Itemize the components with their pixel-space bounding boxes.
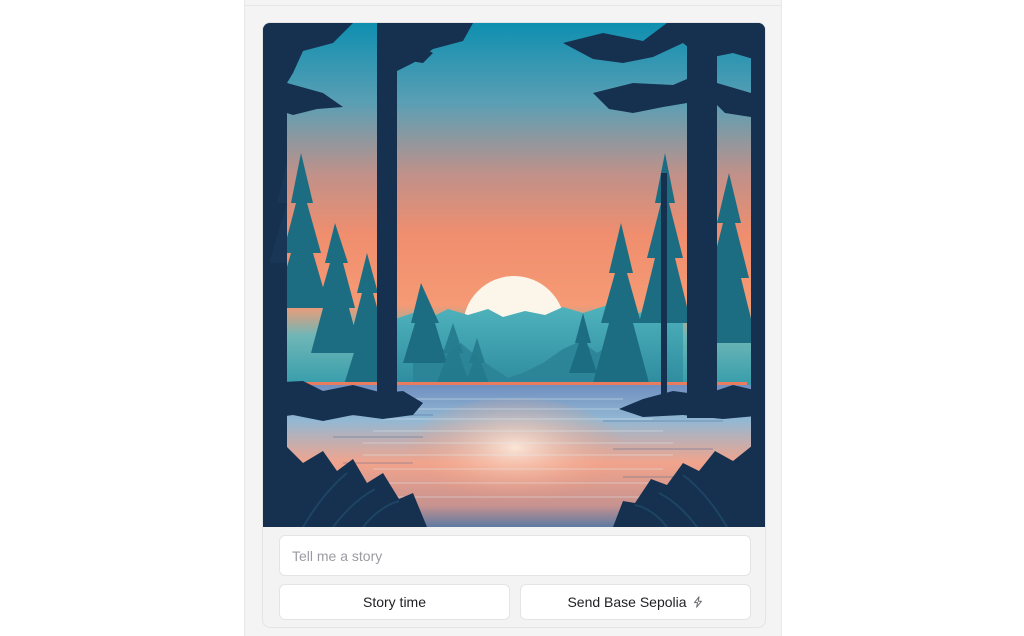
send-base-sepolia-button[interactable]: Send Base Sepolia [520,584,751,620]
page: Story time Send Base Sepolia [0,0,1024,636]
lightning-bolt-icon [692,596,704,608]
story-prompt-input[interactable] [279,535,751,576]
story-time-button[interactable]: Story time [279,584,510,620]
send-base-sepolia-label: Send Base Sepolia [567,594,687,610]
story-time-label: Story time [362,594,426,610]
frame-image [263,23,765,527]
frame-column: Story time Send Base Sepolia [244,0,782,636]
frame-card: Story time Send Base Sepolia [262,22,766,628]
divider [245,5,781,6]
